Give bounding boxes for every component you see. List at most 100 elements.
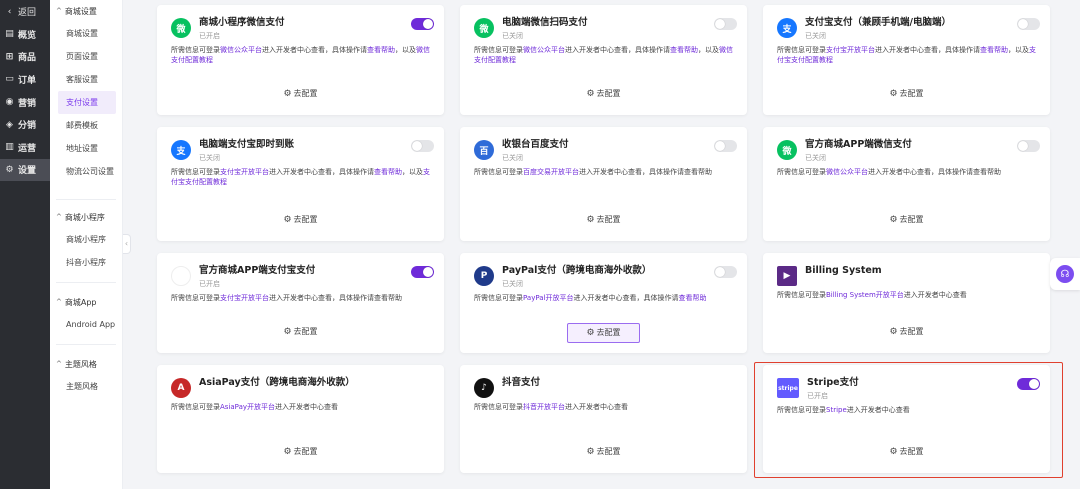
card-title: 官方商城APP端支付宝支付 [199,265,316,276]
configure-button[interactable]: ⚙ 去配置 [157,214,444,225]
configure-button[interactable]: ⚙ 去配置 [763,214,1050,225]
description-text: 进入开发者中心查看，具体操作请查看帮助 [868,168,1001,176]
card-description: 所需信息可登录Billing System开放平台进入开发者中心查看 [763,286,1050,300]
configure-label: 去配置 [293,447,318,456]
order-icon: ▭ [5,74,14,85]
gear-icon: ⚙ [889,89,898,99]
nav-item[interactable]: ⚙ 设置 [0,158,50,182]
nav-item-label: 概览 [18,30,37,41]
platform-link[interactable]: 查看帮助 [374,168,402,176]
gear-icon: ⚙ [283,447,292,457]
nav-item[interactable]: ◉ 营销 [0,91,50,114]
nav-item[interactable]: ⊞ 商品 [0,46,50,69]
description-text: ，以及 [395,46,416,54]
gear-icon: ⚙ [586,328,595,338]
enable-toggle[interactable] [714,18,737,30]
subnav-item[interactable]: 支付设置 [58,91,116,114]
configure-button[interactable]: ⚙ 去配置 [460,446,747,457]
nav-item[interactable]: ▤ 概览 [0,23,50,46]
collapse-handle[interactable]: ‹ [123,234,131,254]
enable-toggle[interactable] [411,18,434,30]
subnav-item[interactable]: 地址设置 [50,137,122,160]
configure-button[interactable]: ⚙ 去配置 [157,446,444,457]
platform-link[interactable]: 支付宝开放平台 [220,168,269,176]
toggle-knob [715,19,725,29]
platform-link[interactable]: 查看帮助 [670,46,698,54]
payment-card: 支电脑端支付宝即时到账 已关闭 所需信息可登录支付宝开放平台进入开发者中心查看，具体… [157,127,444,241]
platform-link[interactable]: 查看帮助 [678,294,706,302]
card-title: 收银台百度支付 [502,139,569,150]
subnav-item[interactable]: 邮费模板 [50,114,122,137]
subnav-item[interactable]: 物流公司设置 [50,160,122,183]
enable-toggle[interactable] [1017,18,1040,30]
back-button[interactable]: ‹ 返回 [0,0,50,23]
platform-link[interactable]: 支付宝开放平台 [220,294,269,302]
platform-link[interactable]: 微信公众平台 [220,46,262,54]
enable-toggle[interactable] [714,266,737,278]
card-title-wrap: 商城小程序微信支付 已开启 [199,17,411,41]
nav-item[interactable]: ◈ 分销 [0,113,50,136]
subnav-item[interactable]: 商城设置 [50,22,122,45]
description-text: ，以及 [1008,46,1029,54]
nav-item[interactable]: ▭ 订单 [0,68,50,91]
card-header: ▶ Billing System [763,253,1050,286]
nav-item[interactable]: ▥ 运营 [0,136,50,159]
subnav-group[interactable]: ^ 主题风格 [50,353,122,375]
card-status: 已关闭 [805,154,826,162]
subnav-item[interactable]: 商城小程序 [50,228,122,251]
customer-service-widget[interactable]: ☊ [1050,258,1080,290]
configure-button[interactable]: ⚙ 去配置 [157,326,444,337]
configure-button[interactable]: ⚙ 去配置 [567,323,640,343]
description-text: 进入开发者中心查看，具体操作请 [573,294,679,302]
configure-label: 去配置 [293,215,318,224]
platform-link[interactable]: 微信公众平台 [826,168,868,176]
card-title: 抖音支付 [502,377,541,388]
payment-card: P PayPal支付（跨境电商海外收款） 已关闭 所需信息可登录PayPal开放平台进… [460,253,747,353]
payment-logo-icon: P [474,266,494,286]
card-status: 已关闭 [199,154,220,162]
chevron-left-icon: ‹ [124,239,129,248]
subnav-item[interactable]: 页面设置 [50,45,122,68]
card-header: 支电脑端支付宝即时到账 已关闭 [157,127,444,163]
payment-logo-icon: 支 [171,140,191,160]
description-text: 所需信息可登录 [171,403,220,411]
configure-button[interactable]: ⚙ 去配置 [157,88,444,99]
platform-link[interactable]: Billing System开放平台 [826,291,904,299]
subnav-item[interactable]: 抖音小程序 [50,251,122,274]
card-title-wrap: 官方商城APP端支付宝支付 已开启 [199,265,411,289]
card-title-wrap: 电脑端支付宝即时到账 已关闭 [199,139,411,163]
card-title: 电脑端微信扫码支付 [502,17,588,28]
platform-link[interactable]: 抖音开放平台 [523,403,565,411]
platform-link[interactable]: 微信公众平台 [523,46,565,54]
card-header: 微商城小程序微信支付 已开启 [157,5,444,41]
platform-link[interactable]: AsiaPay开放平台 [220,403,275,411]
enable-toggle[interactable] [714,140,737,152]
subnav-group[interactable]: ^ 商城App [50,291,122,313]
configure-button[interactable]: ⚙ 去配置 [460,214,747,225]
description-text: 进入开发者中心查看，具体操作请 [565,46,670,54]
configure-label: 去配置 [293,327,318,336]
enable-toggle[interactable] [411,266,434,278]
description-text: 进入开发者中心查看 [903,291,967,299]
subnav-group[interactable]: ^ 商城设置 [50,0,122,22]
configure-button[interactable]: ⚙ 去配置 [460,88,747,99]
description-text: 所需信息可登录 [474,403,523,411]
card-title-wrap: 抖音支付 [502,377,737,389]
platform-link[interactable]: 查看帮助 [367,46,395,54]
subnav-group[interactable]: ^ 商城小程序 [50,206,122,228]
platform-link[interactable]: PayPal开放平台 [523,294,573,302]
platform-link[interactable]: 百度交易开放平台 [523,168,579,176]
card-header: ♪ 抖音支付 [460,365,747,398]
subnav-item[interactable]: Android App [50,313,122,336]
subnav-item[interactable]: 客服设置 [50,68,122,91]
platform-link[interactable]: 支付宝开放平台 [826,46,875,54]
enable-toggle[interactable] [1017,140,1040,152]
payment-logo-icon: 支 [777,18,797,38]
platform-link[interactable]: 查看帮助 [980,46,1008,54]
configure-button[interactable]: ⚙ 去配置 [763,326,1050,337]
card-description: 所需信息可登录百度交易开放平台进入开发者中心查看，具体操作请查看帮助 [460,163,747,177]
subnav-item[interactable]: 主题风格 [50,375,122,398]
configure-button[interactable]: ⚙ 去配置 [763,88,1050,99]
payment-card: ▶ Billing System 所需信息可登录Billing System开放平台… [763,253,1050,353]
enable-toggle[interactable] [411,140,434,152]
